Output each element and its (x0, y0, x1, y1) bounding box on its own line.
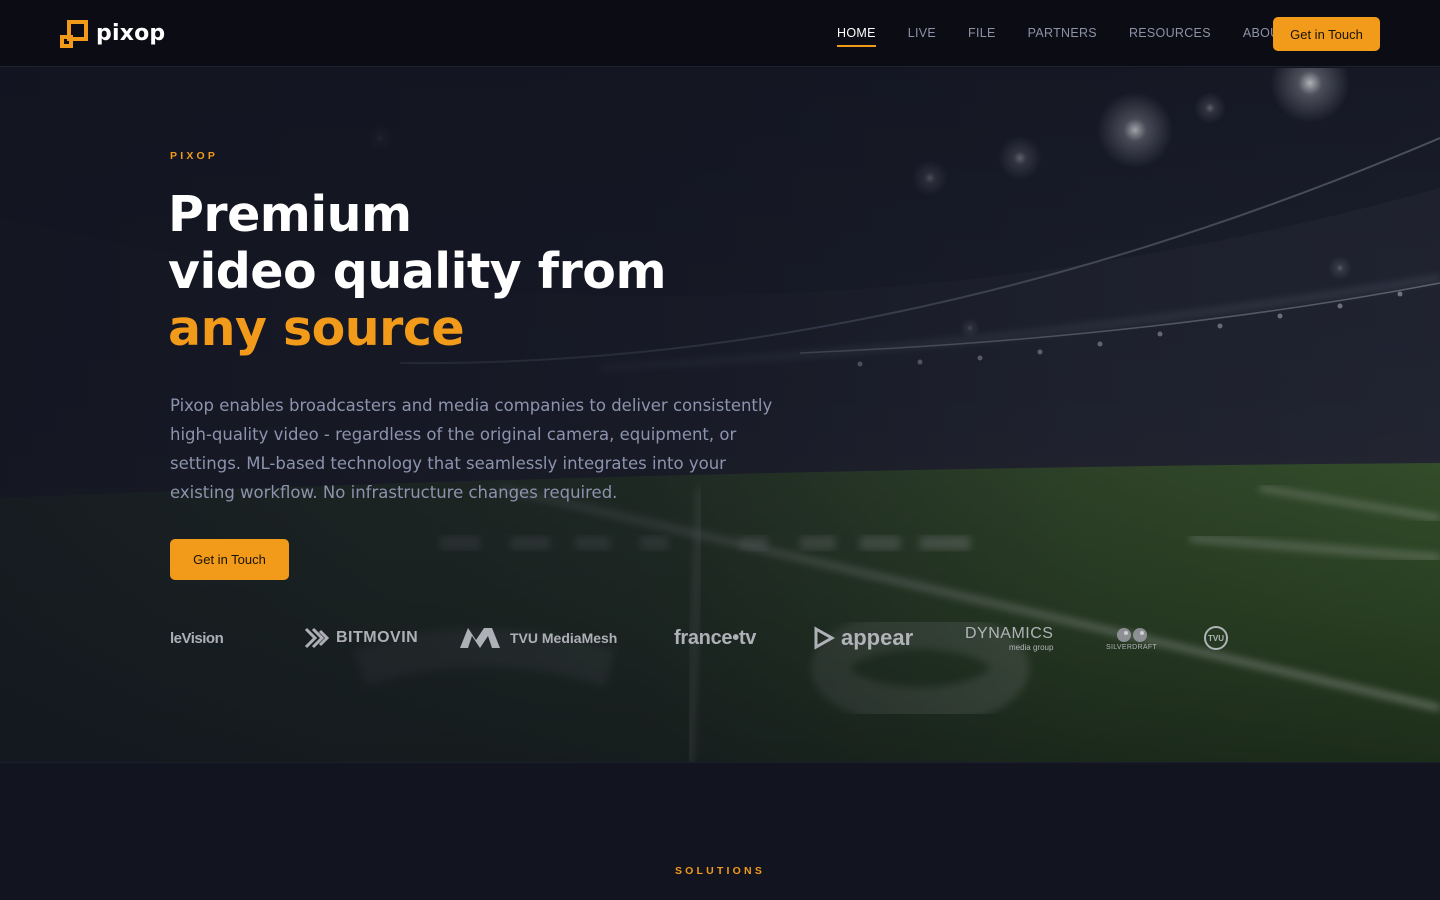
partner-bitmovin-logo: BITMOVIN (304, 620, 418, 656)
tvu-m-icon (460, 628, 500, 648)
nav-partners[interactable]: PARTNERS (1028, 26, 1097, 42)
partner-francetv-logo: france•tv (674, 620, 756, 656)
partner-name: leVision (170, 629, 224, 647)
pixop-logo-mark-icon (60, 20, 88, 48)
partner-name: appear (841, 625, 914, 650)
nav-home[interactable]: HOME (837, 26, 876, 47)
nav-file[interactable]: FILE (968, 26, 996, 42)
partner-name: SILVERDRAFT (1106, 643, 1158, 651)
nav-live[interactable]: LIVE (908, 26, 936, 42)
partner-name: TVU MediaMesh (510, 630, 618, 646)
headline-line-2: video quality from (168, 243, 667, 300)
hero-headline: Premium video quality from any source (168, 186, 868, 357)
partner-name: TVU (1208, 634, 1224, 643)
headline-line-1: Premium (168, 186, 412, 243)
solutions-eyebrow: SOLUTIONS (674, 865, 766, 877)
partner-levision-logo: leVision (170, 620, 224, 656)
hero-section: PIXOP Premium video quality from any sou… (0, 68, 1440, 762)
tvu-circle-icon: TVU (1204, 626, 1228, 650)
partner-tvu-logo: TVU (1203, 620, 1229, 656)
partner-silverdraft-logo: SILVERDRAFT (1106, 620, 1157, 656)
partner-dynamics-logo: DYNAMICS media group (965, 620, 1053, 656)
hero-get-in-touch-button[interactable]: Get in Touch (170, 539, 289, 580)
solutions-section: SOLUTIONS (0, 762, 1440, 900)
appear-play-icon (814, 626, 835, 650)
logo-wordmark: pixop (96, 21, 166, 46)
main-menu: HOME LIVE FILE PARTNERS RESOURCES ABOUT (837, 0, 1319, 67)
partner-appear-logo: appear (813, 620, 913, 656)
partner-name: BITMOVIN (336, 629, 419, 646)
partner-name: DYNAMICS (965, 624, 1054, 642)
partner-tvu-mediamesh-logo: TVU MediaMesh (458, 620, 617, 656)
hero-eyebrow: PIXOP (170, 150, 219, 162)
top-navigation: pixop HOME LIVE FILE PARTNERS RESOURCES … (0, 0, 1440, 67)
pixop-logo[interactable]: pixop (60, 19, 165, 49)
nav-resources[interactable]: RESOURCES (1129, 26, 1211, 42)
nav-get-in-touch-button[interactable]: Get in Touch (1273, 17, 1380, 51)
headline-accent: any source (168, 300, 465, 357)
partner-name: france•tv (674, 626, 757, 649)
bitmovin-chevrons-icon (304, 627, 330, 649)
partner-logos: leVision BITMOVIN TVU MediaMesh france•t… (170, 620, 1240, 660)
silverdraft-eyes-icon (1116, 627, 1147, 642)
hero-description: Pixop enables broadcasters and media com… (170, 396, 773, 502)
partner-subtitle: media group (1008, 642, 1054, 652)
